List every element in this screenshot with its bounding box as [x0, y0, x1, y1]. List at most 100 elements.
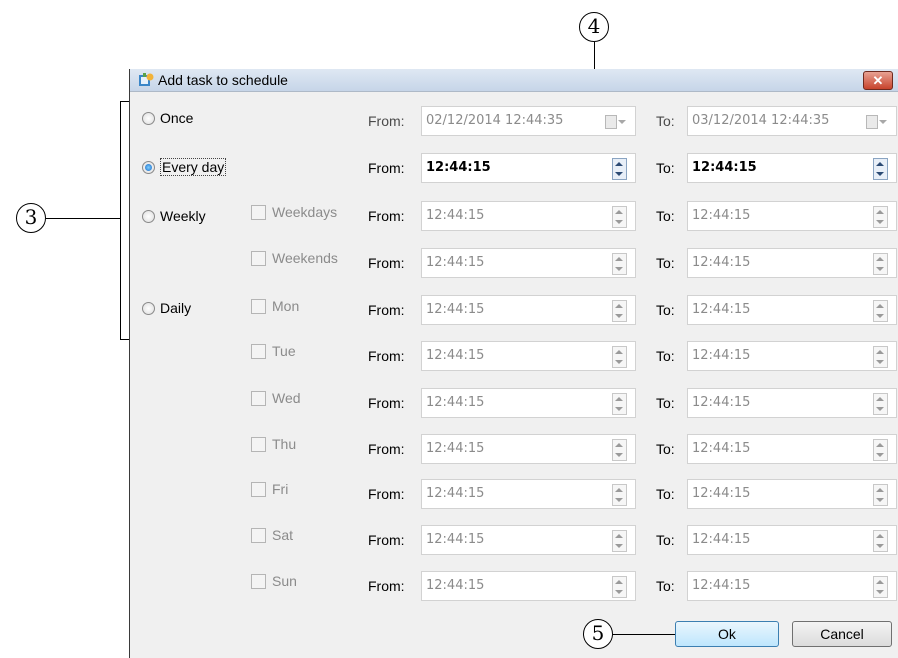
- mode-once-label: Once: [160, 110, 194, 126]
- weekdays-checkbox[interactable]: Weekdays: [251, 204, 337, 220]
- time-value: 12:44:15: [692, 395, 751, 410]
- wed-from-time[interactable]: 12:44:15: [421, 388, 636, 418]
- sun-to-time[interactable]: 12:44:15: [687, 571, 897, 601]
- weekends-to-time[interactable]: 12:44:15: [687, 248, 897, 278]
- time-value: 12:44:15: [692, 532, 751, 547]
- mon-checkbox[interactable]: Mon: [251, 298, 299, 314]
- time-value: 12:44:15: [692, 208, 751, 223]
- tue-to-time[interactable]: 12:44:15: [687, 341, 897, 371]
- wed-to-time[interactable]: 12:44:15: [687, 388, 897, 418]
- once-to-value: 03/12/2014 12:44:35: [692, 113, 830, 128]
- mode-every-day-label: Every day: [160, 158, 227, 176]
- spinner-icon[interactable]: [612, 393, 627, 415]
- title-bar[interactable]: Add task to schedule ✕: [130, 69, 898, 92]
- from-label: From:: [368, 255, 405, 271]
- time-value: 12:44:15: [426, 302, 485, 317]
- callout-4: 4: [579, 12, 609, 42]
- spinner-icon[interactable]: [873, 300, 888, 322]
- every-day-from-time[interactable]: 12:44:15: [421, 153, 636, 183]
- fri-to-time[interactable]: 12:44:15: [687, 479, 897, 509]
- sat-checkbox[interactable]: Sat: [251, 527, 293, 543]
- mon-label: Mon: [272, 298, 300, 314]
- time-value: 12:44:15: [426, 486, 485, 501]
- spinner-icon[interactable]: [612, 484, 627, 506]
- spinner-icon[interactable]: [873, 206, 888, 228]
- sat-from-time[interactable]: 12:44:15: [421, 525, 636, 555]
- checkbox-box-icon: [251, 436, 266, 452]
- spinner-icon[interactable]: [873, 158, 888, 180]
- fri-from-time[interactable]: 12:44:15: [421, 479, 636, 509]
- mode-daily-label: Daily: [160, 300, 192, 316]
- ok-button[interactable]: Ok: [675, 621, 779, 647]
- time-value: 12:44:15: [426, 395, 485, 410]
- checkbox-box-icon: [251, 573, 266, 589]
- spinner-icon[interactable]: [612, 300, 627, 322]
- spinner-icon[interactable]: [612, 346, 627, 368]
- calendar-dropdown-icon[interactable]: [866, 115, 887, 129]
- spinner-icon[interactable]: [612, 206, 627, 228]
- sat-to-time[interactable]: 12:44:15: [687, 525, 897, 555]
- once-to-datetime[interactable]: 03/12/2014 12:44:35: [687, 106, 897, 136]
- tue-checkbox[interactable]: Tue: [251, 343, 296, 359]
- spinner-icon[interactable]: [873, 346, 888, 368]
- callout-5-stem: [613, 634, 675, 635]
- to-label: To:: [656, 348, 675, 364]
- spinner-icon[interactable]: [873, 576, 888, 598]
- weekends-from-time[interactable]: 12:44:15: [421, 248, 636, 278]
- close-button[interactable]: ✕: [863, 71, 893, 90]
- thu-to-time[interactable]: 12:44:15: [687, 434, 897, 464]
- sat-label: Sat: [272, 527, 294, 543]
- tue-from-time[interactable]: 12:44:15: [421, 341, 636, 371]
- thu-from-time[interactable]: 12:44:15: [421, 434, 636, 464]
- cancel-button[interactable]: Cancel: [792, 621, 892, 647]
- spinner-icon[interactable]: [873, 530, 888, 552]
- weekdays-label: Weekdays: [272, 204, 338, 220]
- mode-every-day-radio[interactable]: Every day: [142, 158, 227, 176]
- spinner-icon[interactable]: [873, 439, 888, 461]
- spinner-icon[interactable]: [873, 253, 888, 275]
- fri-checkbox[interactable]: Fri: [251, 481, 288, 497]
- checkbox-box-icon: [251, 481, 266, 497]
- spinner-icon[interactable]: [612, 158, 627, 180]
- calendar-dropdown-icon[interactable]: [605, 115, 626, 129]
- weekdays-to-time[interactable]: 12:44:15: [687, 201, 897, 231]
- time-value: 12:44:15: [426, 208, 485, 223]
- callout-3-stem: [46, 218, 120, 219]
- sun-from-time[interactable]: 12:44:15: [421, 571, 636, 601]
- checkbox-box-icon: [251, 298, 266, 314]
- to-label: To:: [656, 160, 675, 176]
- wed-label: Wed: [272, 390, 301, 406]
- spinner-icon[interactable]: [612, 576, 627, 598]
- to-label: To:: [656, 113, 675, 129]
- from-label: From:: [368, 578, 405, 594]
- every-day-from-value: 12:44:15: [426, 160, 491, 175]
- thu-checkbox[interactable]: Thu: [251, 436, 296, 452]
- checkbox-box-icon: [251, 343, 266, 359]
- sun-checkbox[interactable]: Sun: [251, 573, 297, 589]
- mode-daily-radio[interactable]: Daily: [142, 300, 191, 316]
- spinner-icon[interactable]: [873, 484, 888, 506]
- once-from-datetime[interactable]: 02/12/2014 12:44:35: [421, 106, 636, 136]
- wed-checkbox[interactable]: Wed: [251, 390, 301, 406]
- sun-label: Sun: [272, 573, 297, 589]
- callout-3-bracket: [120, 101, 121, 339]
- spinner-icon[interactable]: [873, 393, 888, 415]
- mode-once-radio[interactable]: Once: [142, 110, 193, 126]
- from-label: From:: [368, 160, 405, 176]
- mon-to-time[interactable]: 12:44:15: [687, 295, 897, 325]
- weekdays-from-time[interactable]: 12:44:15: [421, 201, 636, 231]
- spinner-icon[interactable]: [612, 530, 627, 552]
- from-label: From:: [368, 302, 405, 318]
- tue-label: Tue: [272, 343, 296, 359]
- mon-from-time[interactable]: 12:44:15: [421, 295, 636, 325]
- spinner-icon[interactable]: [612, 439, 627, 461]
- weekends-checkbox[interactable]: Weekends: [251, 250, 338, 266]
- from-label: From:: [368, 348, 405, 364]
- radio-circle-icon: [142, 111, 155, 125]
- to-label: To:: [656, 486, 675, 502]
- time-value: 12:44:15: [692, 578, 751, 593]
- mode-weekly-radio[interactable]: Weekly: [142, 208, 206, 224]
- spinner-icon[interactable]: [612, 253, 627, 275]
- every-day-to-value: 12:44:15: [692, 160, 757, 175]
- every-day-to-time[interactable]: 12:44:15: [687, 153, 897, 183]
